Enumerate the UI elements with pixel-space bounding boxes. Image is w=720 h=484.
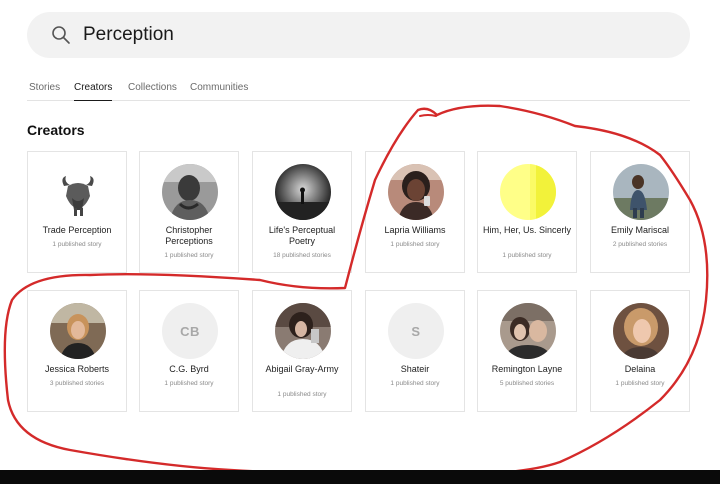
creator-story-count: 3 published stories <box>49 380 105 387</box>
creator-card[interactable]: S Shateir 1 published story <box>365 290 465 412</box>
creator-card[interactable]: CB C.G. Byrd 1 published story <box>139 290 239 412</box>
creator-name: Life's Perceptual Poetry <box>268 225 336 246</box>
creator-name: C.G. Byrd <box>169 364 209 374</box>
creator-card[interactable]: Jessica Roberts 3 published stories <box>27 290 127 412</box>
creator-story-count: 1 published story <box>390 241 440 248</box>
avatar <box>162 164 218 220</box>
creator-card[interactable]: Christopher Perceptions 1 published stor… <box>139 151 239 273</box>
creator-story-count: 1 published story <box>277 391 327 398</box>
creator-story-count: 1 published story <box>502 252 552 259</box>
creator-story-count: 1 published story <box>52 241 102 248</box>
avatar <box>613 164 669 220</box>
tab-collections[interactable]: Collections <box>128 82 177 100</box>
creator-name: Trade Perception <box>42 225 112 235</box>
creator-story-count: 1 published story <box>615 380 665 387</box>
section-title: Creators <box>27 122 85 138</box>
creator-name: Shateir <box>400 364 430 374</box>
creator-name: Christopher Perceptions <box>165 225 213 246</box>
tab-stories[interactable]: Stories <box>29 82 60 100</box>
creator-story-count: 5 published stories <box>499 380 555 387</box>
creator-name: Jessica Roberts <box>44 364 110 374</box>
search-input[interactable]: Perception <box>83 24 174 46</box>
avatar <box>500 303 556 359</box>
creator-name: Delaina <box>624 364 656 374</box>
initials-avatar: S <box>388 303 444 359</box>
search-bar[interactable]: Perception <box>27 12 690 58</box>
tab-communities[interactable]: Communities <box>190 82 248 100</box>
bottom-black-band <box>0 470 720 484</box>
avatar-bull-icon <box>50 164 106 220</box>
creator-card[interactable]: Lapria Williams 1 published story <box>365 151 465 273</box>
creator-card[interactable]: Emily Mariscal 2 published stories <box>590 151 690 273</box>
search-icon <box>52 26 70 44</box>
creator-name: Abigail Gray-Army <box>265 364 339 374</box>
creator-story-count: 2 published stories <box>612 241 668 248</box>
creator-name: Lapria Williams <box>384 225 446 235</box>
creator-story-count: 1 published story <box>390 380 440 387</box>
creator-story-count: 18 published stories <box>273 252 331 259</box>
avatar <box>613 303 669 359</box>
avatar <box>275 164 331 220</box>
tab-creators[interactable]: Creators <box>74 82 113 101</box>
creator-name: Him, Her, Us. Sincerly <box>482 225 571 235</box>
creator-card[interactable]: Him, Her, Us. Sincerly 1 published story <box>477 151 577 273</box>
avatar <box>275 303 331 359</box>
avatar <box>388 164 444 220</box>
creator-card[interactable]: Delaina 1 published story <box>590 290 690 412</box>
initials-avatar: CB <box>162 303 218 359</box>
avatar <box>50 303 106 359</box>
creator-card[interactable]: Remington Layne 5 published stories <box>477 290 577 412</box>
avatar <box>500 164 556 220</box>
creator-story-count: 1 published story <box>164 380 214 387</box>
creator-card[interactable]: Life's Perceptual Poetry 18 published st… <box>252 151 352 273</box>
search-tabs: Stories Creators Collections Communities <box>27 76 690 101</box>
creator-story-count: 1 published story <box>164 252 214 259</box>
creator-card[interactable]: Trade Perception 1 published story <box>27 151 127 273</box>
creator-name: Remington Layne <box>491 364 563 374</box>
creator-card[interactable]: Abigail Gray-Army 1 published story <box>252 290 352 412</box>
creator-name: Emily Mariscal <box>610 225 669 235</box>
